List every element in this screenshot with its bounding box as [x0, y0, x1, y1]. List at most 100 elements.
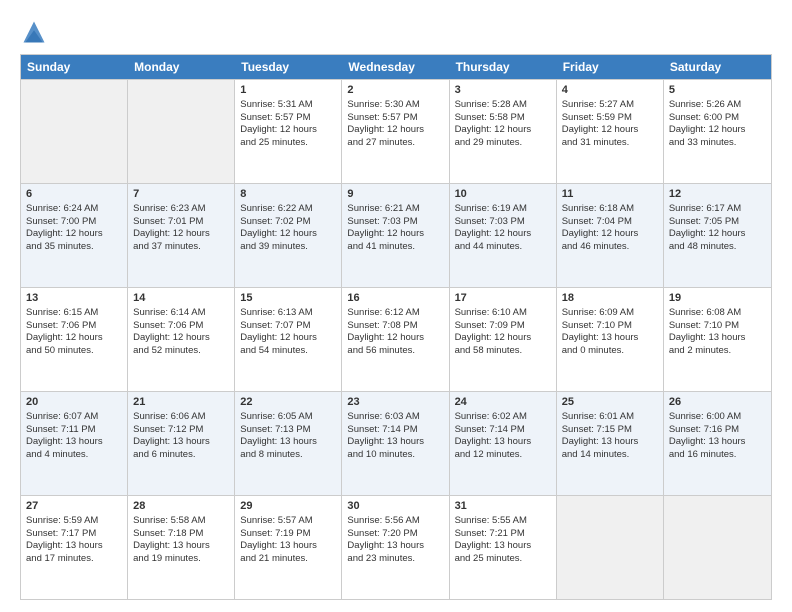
calendar-cell: 12Sunrise: 6:17 AMSunset: 7:05 PMDayligh…	[664, 184, 771, 287]
sunrise-line: Sunrise: 5:27 AM	[562, 99, 634, 110]
day-number: 13	[26, 291, 122, 306]
sunset-line: Sunset: 7:19 PM	[240, 528, 310, 539]
sunrise-line: Sunrise: 6:18 AM	[562, 203, 634, 214]
day-number: 18	[562, 291, 658, 306]
sunrise-line: Sunrise: 6:12 AM	[347, 307, 419, 318]
calendar-cell: 24Sunrise: 6:02 AMSunset: 7:14 PMDayligh…	[450, 392, 557, 495]
calendar-cell: 21Sunrise: 6:06 AMSunset: 7:12 PMDayligh…	[128, 392, 235, 495]
calendar-cell: 11Sunrise: 6:18 AMSunset: 7:04 PMDayligh…	[557, 184, 664, 287]
daylight-line: Daylight: 12 hours	[562, 228, 639, 239]
sunset-line: Sunset: 7:02 PM	[240, 216, 310, 227]
daylight-line: Daylight: 13 hours	[562, 436, 639, 447]
day-number: 9	[347, 187, 443, 202]
calendar-row: 27Sunrise: 5:59 AMSunset: 7:17 PMDayligh…	[21, 495, 771, 599]
day-number: 23	[347, 395, 443, 410]
daylight-line: Daylight: 12 hours	[669, 228, 746, 239]
daylight-minutes: and 56 minutes.	[347, 345, 415, 356]
daylight-minutes: and 46 minutes.	[562, 241, 630, 252]
sunset-line: Sunset: 7:06 PM	[26, 320, 96, 331]
logo	[20, 18, 52, 46]
header-cell-friday: Friday	[557, 55, 664, 79]
sunset-line: Sunset: 5:57 PM	[240, 112, 310, 123]
daylight-line: Daylight: 12 hours	[455, 332, 532, 343]
header-cell-saturday: Saturday	[664, 55, 771, 79]
calendar-cell: 2Sunrise: 5:30 AMSunset: 5:57 PMDaylight…	[342, 80, 449, 183]
sunset-line: Sunset: 6:00 PM	[669, 112, 739, 123]
calendar-cell: 5Sunrise: 5:26 AMSunset: 6:00 PMDaylight…	[664, 80, 771, 183]
daylight-minutes: and 0 minutes.	[562, 345, 624, 356]
sunrise-line: Sunrise: 6:02 AM	[455, 411, 527, 422]
calendar-cell: 17Sunrise: 6:10 AMSunset: 7:09 PMDayligh…	[450, 288, 557, 391]
day-number: 8	[240, 187, 336, 202]
daylight-line: Daylight: 12 hours	[347, 332, 424, 343]
daylight-minutes: and 2 minutes.	[669, 345, 731, 356]
sunset-line: Sunset: 7:21 PM	[455, 528, 525, 539]
sunrise-line: Sunrise: 6:05 AM	[240, 411, 312, 422]
day-number: 20	[26, 395, 122, 410]
daylight-minutes: and 37 minutes.	[133, 241, 201, 252]
daylight-line: Daylight: 13 hours	[26, 436, 103, 447]
daylight-minutes: and 25 minutes.	[455, 553, 523, 564]
calendar-cell: 18Sunrise: 6:09 AMSunset: 7:10 PMDayligh…	[557, 288, 664, 391]
sunrise-line: Sunrise: 6:14 AM	[133, 307, 205, 318]
daylight-minutes: and 50 minutes.	[26, 345, 94, 356]
calendar-cell: 25Sunrise: 6:01 AMSunset: 7:15 PMDayligh…	[557, 392, 664, 495]
sunset-line: Sunset: 7:13 PM	[240, 424, 310, 435]
daylight-line: Daylight: 13 hours	[133, 540, 210, 551]
daylight-line: Daylight: 13 hours	[133, 436, 210, 447]
sunrise-line: Sunrise: 5:55 AM	[455, 515, 527, 526]
sunrise-line: Sunrise: 6:09 AM	[562, 307, 634, 318]
sunset-line: Sunset: 7:18 PM	[133, 528, 203, 539]
calendar-cell: 29Sunrise: 5:57 AMSunset: 7:19 PMDayligh…	[235, 496, 342, 599]
day-number: 5	[669, 83, 766, 98]
sunset-line: Sunset: 7:03 PM	[455, 216, 525, 227]
header	[20, 18, 772, 46]
day-number: 25	[562, 395, 658, 410]
daylight-line: Daylight: 13 hours	[240, 436, 317, 447]
sunset-line: Sunset: 5:58 PM	[455, 112, 525, 123]
day-number: 26	[669, 395, 766, 410]
calendar-cell: 23Sunrise: 6:03 AMSunset: 7:14 PMDayligh…	[342, 392, 449, 495]
sunrise-line: Sunrise: 6:17 AM	[669, 203, 741, 214]
sunrise-line: Sunrise: 6:19 AM	[455, 203, 527, 214]
day-number: 27	[26, 499, 122, 514]
day-number: 1	[240, 83, 336, 98]
daylight-minutes: and 6 minutes.	[133, 449, 195, 460]
calendar-cell: 7Sunrise: 6:23 AMSunset: 7:01 PMDaylight…	[128, 184, 235, 287]
daylight-line: Daylight: 12 hours	[455, 124, 532, 135]
calendar-cell: 16Sunrise: 6:12 AMSunset: 7:08 PMDayligh…	[342, 288, 449, 391]
calendar-cell: 26Sunrise: 6:00 AMSunset: 7:16 PMDayligh…	[664, 392, 771, 495]
daylight-line: Daylight: 12 hours	[240, 228, 317, 239]
daylight-line: Daylight: 12 hours	[26, 228, 103, 239]
sunset-line: Sunset: 7:06 PM	[133, 320, 203, 331]
daylight-minutes: and 27 minutes.	[347, 137, 415, 148]
sunset-line: Sunset: 7:10 PM	[669, 320, 739, 331]
calendar-cell: 19Sunrise: 6:08 AMSunset: 7:10 PMDayligh…	[664, 288, 771, 391]
sunset-line: Sunset: 7:07 PM	[240, 320, 310, 331]
sunset-line: Sunset: 7:14 PM	[347, 424, 417, 435]
sunrise-line: Sunrise: 6:21 AM	[347, 203, 419, 214]
daylight-minutes: and 54 minutes.	[240, 345, 308, 356]
daylight-minutes: and 17 minutes.	[26, 553, 94, 564]
calendar-cell: 1Sunrise: 5:31 AM Sunset: 5:57 PMDaylight…	[235, 80, 342, 183]
daylight-minutes: and 35 minutes.	[26, 241, 94, 252]
daylight-line: Daylight: 12 hours	[240, 332, 317, 343]
calendar-cell	[557, 496, 664, 599]
daylight-minutes: and 4 minutes.	[26, 449, 88, 460]
day-number: 6	[26, 187, 122, 202]
calendar-cell: 10Sunrise: 6:19 AMSunset: 7:03 PMDayligh…	[450, 184, 557, 287]
daylight-line: Daylight: 12 hours	[240, 124, 317, 135]
daylight-line: Daylight: 12 hours	[347, 124, 424, 135]
daylight-minutes: and 14 minutes.	[562, 449, 630, 460]
daylight-minutes: and 10 minutes.	[347, 449, 415, 460]
sunrise-line: Sunrise: 6:06 AM	[133, 411, 205, 422]
sunset-line: Sunset: 7:00 PM	[26, 216, 96, 227]
calendar-cell: 22Sunrise: 6:05 AMSunset: 7:13 PMDayligh…	[235, 392, 342, 495]
day-number: 28	[133, 499, 229, 514]
sunrise-line: Sunrise: 5:31 AM	[240, 99, 312, 110]
day-number: 31	[455, 499, 551, 514]
sunrise-line: Sunrise: 6:00 AM	[669, 411, 741, 422]
daylight-minutes: and 58 minutes.	[455, 345, 523, 356]
calendar-row: 6Sunrise: 6:24 AMSunset: 7:00 PMDaylight…	[21, 183, 771, 287]
page: SundayMondayTuesdayWednesdayThursdayFrid…	[0, 0, 792, 612]
